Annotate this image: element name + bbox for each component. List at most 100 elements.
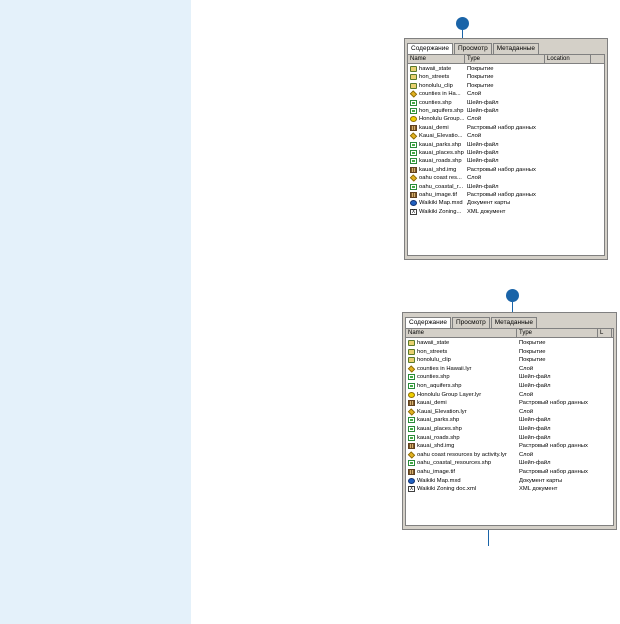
item-type: Покрытие	[467, 82, 494, 89]
item-type: Покрытие	[519, 348, 546, 355]
list-item[interactable]: Kauai_Elevation.lyr Слой	[406, 408, 613, 416]
list-item[interactable]: counties.shp Шейп-файл	[406, 373, 613, 381]
list-item[interactable]: counties.shp Шейп-файл	[408, 99, 604, 107]
list-item[interactable]: Waikiki Map.mxd Документ карты	[408, 199, 604, 207]
list-item[interactable]: X Waikiki Zoning... XML документ	[408, 208, 604, 216]
item-name: kauai_shd.img	[417, 443, 455, 450]
item-name: kauai_roads.shp	[419, 158, 462, 165]
item-name: Waikiki Map.mxd	[419, 200, 463, 207]
layer-icon	[409, 174, 418, 182]
item-name: counties in Hawaii.lyr	[417, 365, 472, 372]
column-header-name[interactable]: Name	[408, 55, 465, 63]
list-item[interactable]: oahu_image.tif Растровый набор данных	[406, 468, 613, 476]
callout-marker-bottom	[506, 289, 519, 302]
list-item[interactable]: oahu coast resources by activity.lyr Слой	[406, 451, 613, 459]
item-type: Шейп-файл	[467, 158, 499, 165]
shapefile-icon	[408, 417, 415, 424]
item-type: Слой	[519, 365, 534, 372]
shapefile-icon	[410, 99, 417, 106]
list-item[interactable]: kauai_parks.shp Шейп-файл	[408, 141, 604, 149]
column-header-type[interactable]: Type	[517, 329, 598, 337]
list-item[interactable]: Waikiki Map.mxd Документ карты	[406, 477, 613, 485]
coverage-icon	[408, 348, 415, 355]
list-item[interactable]: hawaii_state Покрытие	[406, 339, 613, 347]
raster-icon	[410, 192, 417, 198]
list-item[interactable]: hon_streets Покрытие	[408, 73, 604, 81]
list-item[interactable]: Honolulu Group Layer.lyr Слой	[406, 391, 613, 399]
list-item[interactable]: Honolulu Group... Слой	[408, 115, 604, 123]
group-layer-icon	[408, 391, 415, 398]
contents-list[interactable]: Name Type L hawaii_state Покрытие hon_stre…	[405, 328, 614, 526]
item-type: Шейп-файл	[519, 460, 551, 467]
list-item[interactable]: kauai_roads.shp Шейп-файл	[408, 157, 604, 165]
list-item[interactable]: oahu_coastal_resources.shp Шейп-файл	[406, 459, 613, 467]
list-item[interactable]: kauai_demi Растровый набор данных	[408, 124, 604, 132]
list-item[interactable]: honolulu_clip Покрытие	[408, 82, 604, 90]
list-item[interactable]: counties in Ha... Слой	[408, 90, 604, 98]
item-type: Растровый набор данных	[467, 192, 536, 198]
item-name: Waikiki Zoning...	[419, 208, 462, 215]
tab-strip: Содержание Просмотр Метаданные	[407, 42, 540, 55]
tab-preview[interactable]: Просмотр	[452, 317, 490, 328]
item-type: Шейп-файл	[467, 183, 499, 190]
item-type: Шейп-файл	[519, 383, 551, 389]
coverage-icon	[408, 357, 415, 364]
tab-strip: Содержание Просмотр Метаданные	[405, 316, 538, 329]
list-item[interactable]: oahu_coastal_r... Шейп-файл	[408, 183, 604, 191]
layer-icon	[407, 365, 416, 373]
list-item[interactable]: hon_aquifers.shp Шейп-файл	[406, 382, 613, 390]
shapefile-icon	[410, 183, 417, 190]
list-item[interactable]: kauai_shd.img Растровый набор данных	[408, 166, 604, 174]
contents-list[interactable]: Name Type Location hawaii_state Покрытие h…	[407, 54, 605, 256]
item-type: XML документ	[519, 486, 558, 493]
item-name: oahu coast resources by activity.lyr	[417, 451, 507, 458]
layer-icon	[409, 132, 418, 140]
tab-preview[interactable]: Просмотр	[454, 43, 492, 54]
tab-metadata[interactable]: Метаданные	[492, 43, 539, 54]
column-header: Name Type Location	[408, 55, 604, 64]
list-item[interactable]: Kauai_Elevatio... Слой	[408, 132, 604, 140]
item-type: Покрытие	[519, 357, 546, 364]
item-name: hon_aquifers.shp	[419, 108, 464, 114]
column-header-location[interactable]: Location	[545, 55, 591, 63]
item-type: Слой	[467, 175, 482, 182]
list-item[interactable]: kauai_demi Растровый набор данных	[406, 399, 613, 407]
group-layer-icon	[410, 116, 417, 123]
item-name: honolulu_clip	[417, 357, 451, 364]
list-item[interactable]: oahu coast res... Слой	[408, 174, 604, 182]
list-item[interactable]: counties in Hawaii.lyr Слой	[406, 365, 613, 373]
left-sidebar-band	[0, 0, 191, 624]
item-type: Шейп-файл	[467, 150, 499, 156]
raster-icon	[410, 166, 417, 173]
list-item[interactable]: kauai_places.shp Шейп-файл	[408, 149, 604, 157]
item-type: Слой	[519, 408, 534, 415]
list-item[interactable]: hon_streets Покрытие	[406, 348, 613, 356]
raster-icon	[408, 443, 415, 450]
list-item[interactable]: X Waikiki Zoning doc.xml XML документ	[406, 485, 613, 493]
layer-icon	[407, 451, 416, 459]
list-item[interactable]: hawaii_state Покрытие	[408, 65, 604, 73]
item-type: Слой	[467, 116, 482, 123]
list-item[interactable]: honolulu_clip Покрытие	[406, 356, 613, 364]
item-type: Растровый набор данных	[467, 166, 536, 173]
column-header-type[interactable]: Type	[465, 55, 545, 63]
layer-icon	[409, 90, 418, 98]
list-item[interactable]: kauai_places.shp Шейп-файл	[406, 425, 613, 433]
item-type: Слой	[467, 133, 482, 140]
column-header-location[interactable]: L	[598, 329, 612, 337]
list-item[interactable]: oahu_image.tif Растровый набор данных	[408, 191, 604, 199]
list-item[interactable]: hon_aquifers.shp Шейп-файл	[408, 107, 604, 115]
list-item[interactable]: kauai_shd.img Растровый набор данных	[406, 442, 613, 450]
column-header-name[interactable]: Name	[406, 329, 517, 337]
item-name: hon_streets	[419, 74, 450, 81]
item-name: kauai_roads.shp	[417, 434, 460, 441]
item-name: kauai_parks.shp	[417, 417, 460, 424]
item-name: Waikiki Map.mxd	[417, 477, 461, 484]
list-item[interactable]: kauai_roads.shp Шейп-файл	[406, 434, 613, 442]
item-name: kauai_places.shp	[419, 150, 464, 156]
item-name: Kauai_Elevatio...	[419, 133, 463, 140]
item-name: oahu_image.tif	[417, 469, 456, 475]
item-name: kauai_places.shp	[417, 426, 462, 432]
list-item[interactable]: kauai_parks.shp Шейп-файл	[406, 416, 613, 424]
tab-metadata[interactable]: Метаданные	[490, 317, 537, 328]
